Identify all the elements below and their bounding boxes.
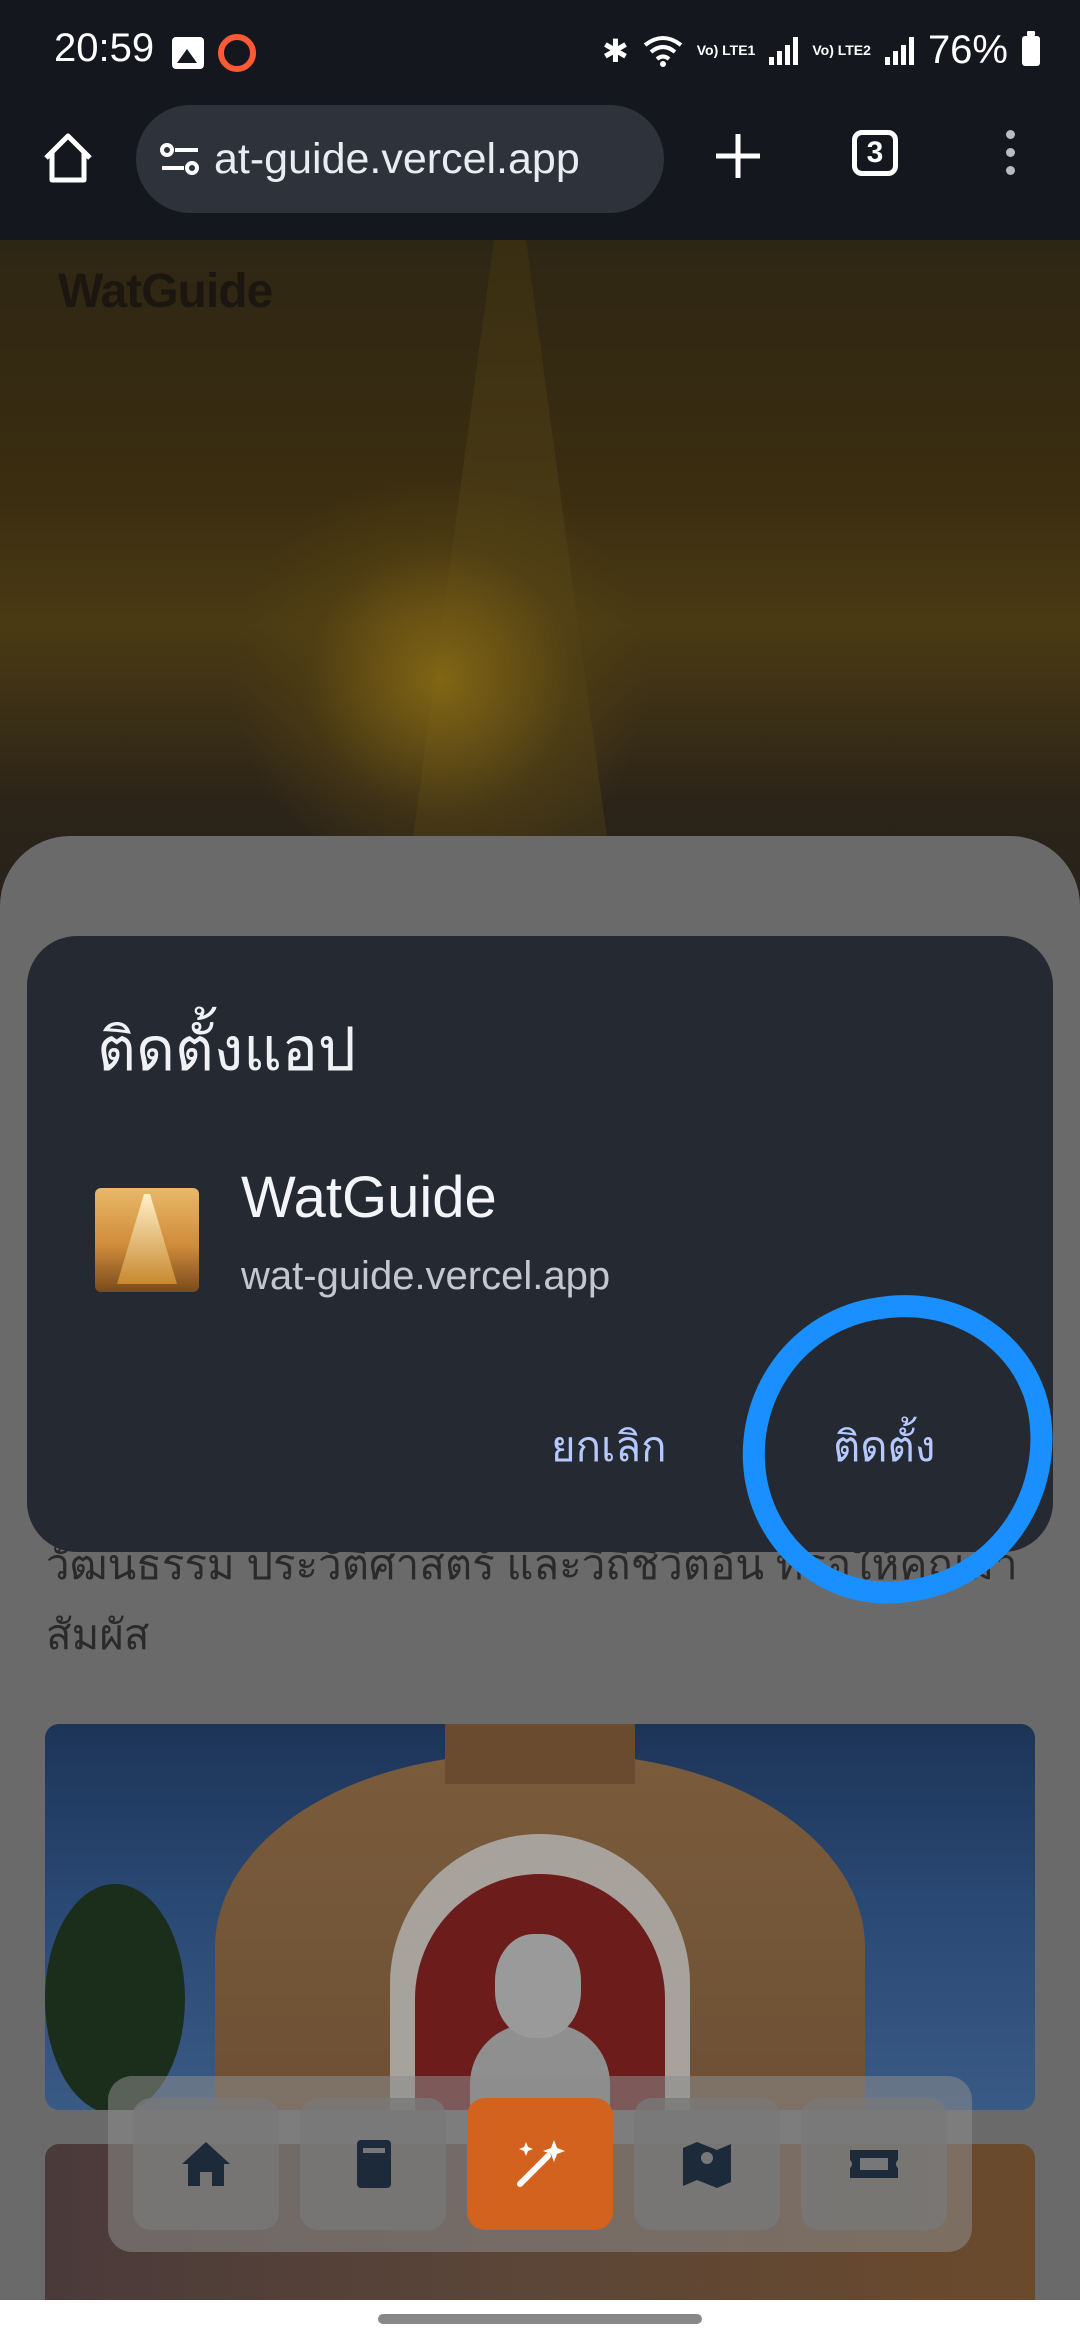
- app-name: WatGuide: [241, 1165, 497, 1230]
- lte1-label: Vo) LTE1: [696, 42, 756, 58]
- nav-home[interactable]: [132, 2098, 279, 2230]
- notification-icons: [172, 34, 256, 72]
- address-bar[interactable]: at-guide.vercel.app: [136, 105, 664, 213]
- wifi-icon: [643, 35, 682, 67]
- site-brand: WatGuide: [58, 265, 273, 318]
- gallery-icon: [172, 37, 204, 69]
- home-icon: [181, 2142, 230, 2186]
- screen-record-icon: [218, 34, 256, 72]
- nav-map[interactable]: [634, 2098, 781, 2230]
- home-icon[interactable]: [38, 128, 98, 188]
- signal1-icon: [769, 36, 799, 65]
- tab-switcher-button[interactable]: 3: [852, 130, 898, 176]
- nav-magic[interactable]: [466, 2098, 613, 2230]
- bluetooth-icon: ✱: [601, 32, 629, 69]
- hero-image: WatGuide: [0, 240, 1080, 940]
- app-icon: [95, 1188, 199, 1292]
- battery-icon: [1022, 30, 1040, 66]
- gesture-area: [0, 2300, 1080, 2340]
- lte2-label: Vo) LTE2: [812, 42, 871, 58]
- new-tab-icon[interactable]: [708, 126, 768, 186]
- status-time: 20:59: [54, 26, 155, 70]
- ticket-icon: [850, 2150, 899, 2178]
- magic-wand-icon: [516, 2140, 565, 2187]
- cancel-button[interactable]: ยกเลิก: [551, 1414, 667, 1480]
- temple-card-image[interactable]: [45, 1724, 1035, 2110]
- nav-guide[interactable]: [299, 2098, 446, 2230]
- battery-percent: 76%: [927, 28, 1008, 72]
- browser-toolbar: at-guide.vercel.app 3: [0, 100, 1080, 240]
- book-icon: [356, 2140, 391, 2188]
- url-text[interactable]: at-guide.vercel.app: [214, 135, 580, 184]
- status-bar: 20:59 ✱ Vo) LTE1 Vo) LTE2 76%: [0, 0, 1080, 100]
- app-url: wat-guide.vercel.app: [241, 1254, 611, 1298]
- signal2-icon: [884, 36, 914, 65]
- nav-ticket[interactable]: [801, 2098, 948, 2230]
- gesture-handle[interactable]: [378, 2314, 702, 2324]
- status-right: ✱ Vo) LTE1 Vo) LTE2 76%: [602, 28, 1040, 73]
- site-settings-icon[interactable]: [158, 139, 202, 179]
- bottom-nav: [108, 2076, 972, 2252]
- dialog-title: ติดตั้งแอป: [97, 1016, 356, 1083]
- overflow-menu-icon[interactable]: [1000, 130, 1020, 182]
- map-icon: [683, 2142, 732, 2188]
